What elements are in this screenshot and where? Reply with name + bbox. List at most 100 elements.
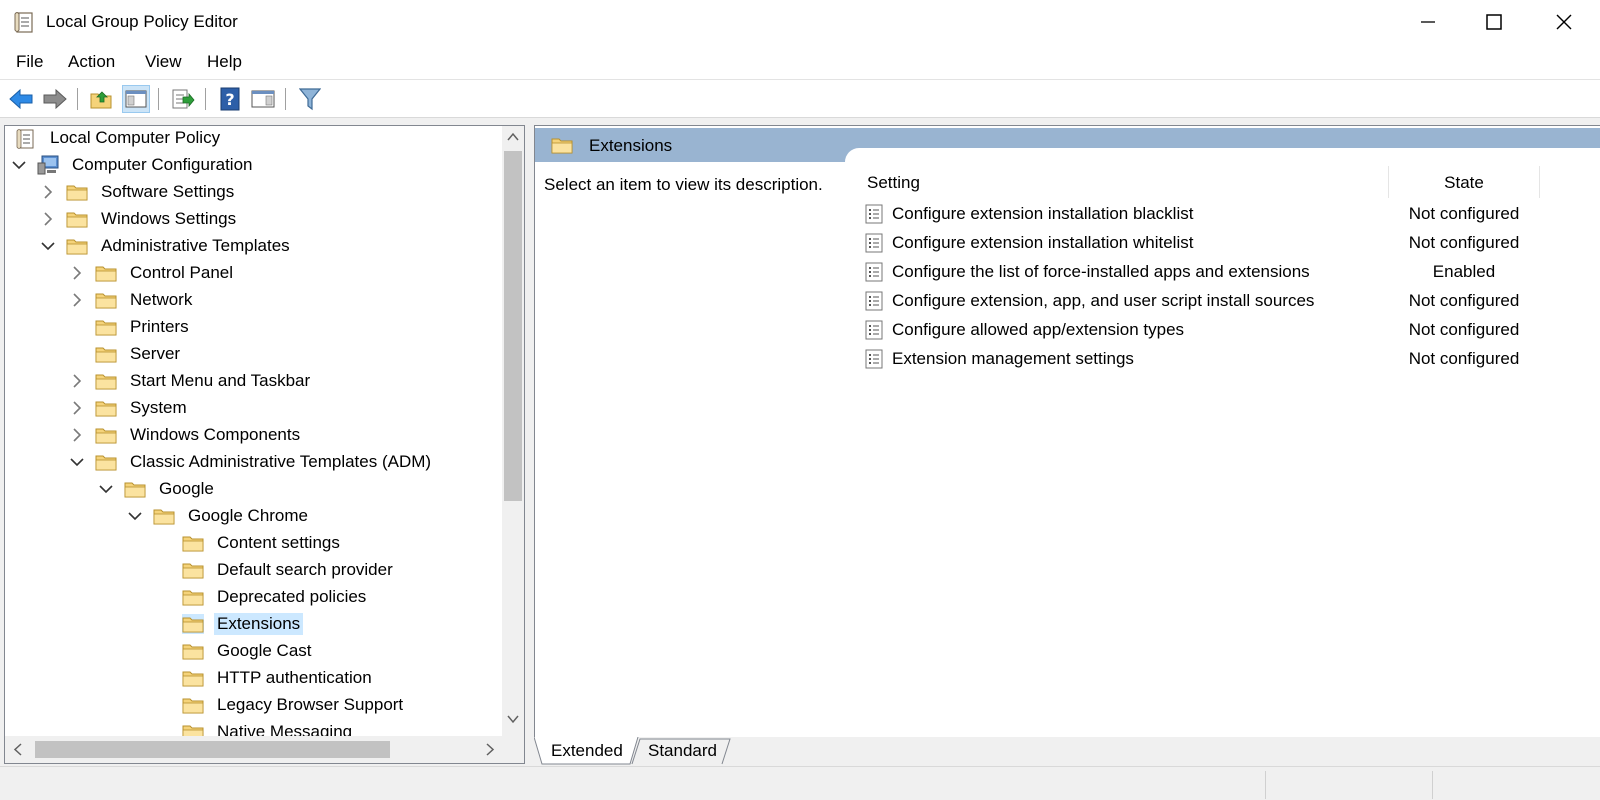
tree-vertical-scroll-thumb[interactable] — [504, 151, 522, 501]
scroll-up-arrow-icon[interactable] — [507, 132, 519, 142]
policy-setting-icon — [865, 349, 883, 369]
setting-name: Configure extension installation whiteli… — [892, 233, 1194, 252]
chevron-right-icon[interactable] — [40, 211, 56, 227]
folder-icon — [182, 641, 204, 661]
tree-item-windows-settings[interactable]: Windows Settings — [40, 206, 239, 232]
tree-item-http-authentication[interactable]: HTTP authentication — [156, 665, 375, 691]
scroll-down-arrow-icon[interactable] — [507, 714, 519, 724]
help-icon: ? — [220, 87, 240, 111]
tree-item-google-chrome[interactable]: Google Chrome — [127, 503, 311, 529]
help-button[interactable]: ? — [216, 85, 244, 113]
policy-setting-icon — [865, 320, 883, 340]
tree-item-server[interactable]: Server — [69, 341, 183, 367]
column-header-setting[interactable]: Setting — [867, 166, 1375, 200]
toolbar-separator — [77, 88, 78, 110]
chevron-right-icon[interactable] — [69, 427, 85, 443]
setting-state: Not configured — [1408, 233, 1520, 252]
tree-item-network[interactable]: Network — [69, 287, 195, 313]
scroll-left-arrow-icon[interactable] — [13, 743, 23, 756]
gpedit-app-icon — [14, 12, 33, 33]
policy-setting-icon — [865, 204, 883, 224]
tree-item-label: Deprecated policies — [217, 587, 367, 606]
chevron-right-icon[interactable] — [69, 400, 85, 416]
menu-action[interactable]: Action — [68, 52, 115, 72]
tree-item-start-menu-and-taskbar[interactable]: Start Menu and Taskbar — [69, 368, 313, 394]
folder-icon — [182, 587, 204, 607]
show-hide-console-tree-button[interactable] — [122, 85, 150, 113]
tree-item-legacy-browser-support[interactable]: Legacy Browser Support — [156, 692, 406, 718]
tree-item-google-cast[interactable]: Google Cast — [156, 638, 315, 664]
back-button[interactable] — [7, 85, 35, 113]
column-divider[interactable] — [1539, 166, 1540, 198]
tree-item-label: Control Panel — [130, 263, 234, 282]
tree-item-classic-administrative-templates-adm[interactable]: Classic Administrative Templates (ADM) — [69, 449, 434, 475]
tree-item-default-search-provider[interactable]: Default search provider — [156, 557, 396, 583]
scrollbar-corner — [502, 736, 524, 763]
tree-horizontal-scroll-thumb[interactable] — [35, 741, 390, 758]
menu-view[interactable]: View — [145, 52, 182, 72]
tab-standard[interactable]: Standard — [638, 737, 734, 764]
tree-item-printers[interactable]: Printers — [69, 314, 192, 340]
tree-item-software-settings[interactable]: Software Settings — [40, 179, 237, 205]
details-header-title: Extensions — [589, 136, 673, 155]
chevron-right-icon[interactable] — [40, 184, 56, 200]
tab-extended[interactable]: Extended — [534, 737, 632, 764]
chevron-right-icon[interactable] — [69, 373, 85, 389]
chevron-right-icon[interactable] — [69, 292, 85, 308]
tree-item-extensions[interactable]: Extensions — [156, 611, 304, 637]
folder-icon — [95, 344, 117, 364]
folder-icon — [95, 263, 117, 283]
setting-state: Not configured — [1408, 291, 1520, 310]
tree-item-google[interactable]: Google — [98, 476, 217, 502]
tree-item-label: Start Menu and Taskbar — [130, 371, 311, 390]
scroll-right-arrow-icon[interactable] — [485, 743, 495, 756]
description-text: Select an item to view its description. — [544, 175, 823, 194]
up-folder-icon — [90, 91, 112, 109]
tree-item-label: HTTP authentication — [217, 668, 372, 687]
tree-horizontal-scrollbar[interactable] — [5, 736, 524, 763]
maximize-button[interactable] — [1461, 0, 1527, 44]
minimize-button[interactable] — [1395, 0, 1461, 44]
tree-item-system[interactable]: System — [69, 395, 190, 421]
export-list-button[interactable] — [169, 85, 197, 113]
chevron-down-icon[interactable] — [98, 481, 114, 497]
column-header-state[interactable]: State — [1389, 166, 1539, 200]
folder-icon — [95, 452, 117, 472]
tree-item-control-panel[interactable]: Control Panel — [69, 260, 236, 286]
folder-icon — [66, 236, 88, 256]
chevron-down-icon[interactable] — [69, 454, 85, 470]
close-button[interactable] — [1531, 0, 1597, 44]
setting-name: Configure allowed app/extension types — [892, 320, 1185, 339]
chevron-down-icon[interactable] — [40, 238, 56, 254]
filter-options-button[interactable] — [296, 85, 324, 113]
setting-name: Configure extension installation blackli… — [892, 204, 1194, 223]
folder-icon — [182, 614, 204, 634]
tree-item-windows-components[interactable]: Windows Components — [69, 422, 303, 448]
tree-item-label: Google — [159, 479, 214, 498]
export-list-icon — [172, 89, 195, 109]
computer-icon — [37, 155, 59, 175]
view-tabs: Extended Standard — [534, 737, 1600, 765]
console-tree[interactable]: Local Computer Policy Computer Configurat… — [4, 125, 525, 764]
toolbar: ? — [0, 80, 1600, 118]
chevron-down-icon[interactable] — [11, 157, 27, 173]
tree-item-content-settings[interactable]: Content settings — [156, 530, 343, 556]
tree-item-deprecated-policies[interactable]: Deprecated policies — [156, 584, 369, 610]
forward-button[interactable] — [41, 85, 69, 113]
tree-item-administrative-templates[interactable]: Administrative Templates — [40, 233, 293, 259]
folder-icon — [182, 533, 204, 553]
tree-vertical-scrollbar[interactable] — [502, 126, 524, 736]
menu-help[interactable]: Help — [207, 52, 242, 72]
tree-item-local-computer-policy[interactable]: Local Computer Policy — [15, 126, 223, 151]
show-hide-action-pane-button[interactable] — [249, 85, 277, 113]
tree-item-label: Windows Settings — [101, 209, 237, 228]
tree-item-computer-configuration[interactable]: Computer Configuration — [11, 152, 255, 178]
chevron-right-icon[interactable] — [69, 265, 85, 281]
up-one-level-button[interactable] — [88, 85, 116, 113]
menu-file[interactable]: File — [16, 52, 43, 72]
chevron-down-icon[interactable] — [127, 508, 143, 524]
